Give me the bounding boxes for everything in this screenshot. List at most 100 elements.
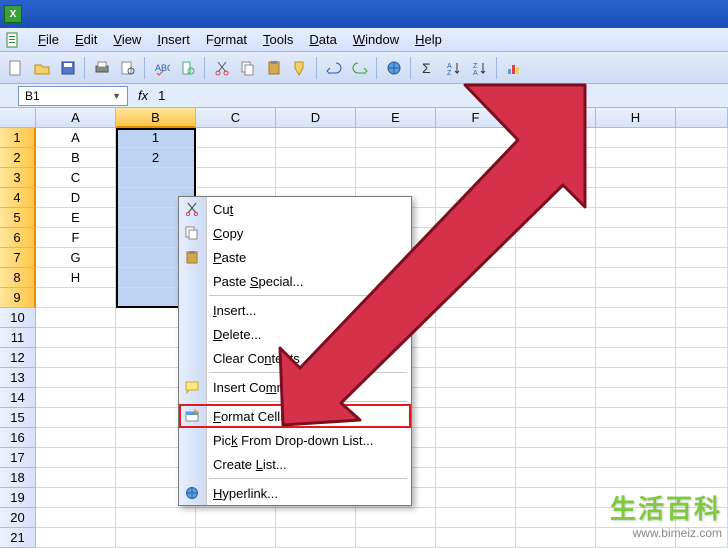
context-copy[interactable]: Copy (179, 221, 411, 245)
cell[interactable] (596, 228, 676, 248)
menu-file[interactable]: File (30, 32, 67, 47)
cell[interactable] (196, 168, 276, 188)
cell[interactable] (356, 128, 436, 148)
open-button[interactable] (30, 56, 54, 80)
copy-button[interactable] (236, 56, 260, 80)
row-header-3[interactable]: 3 (0, 168, 36, 188)
cell[interactable] (596, 268, 676, 288)
cell[interactable] (516, 148, 596, 168)
cell[interactable] (436, 328, 516, 348)
cell[interactable] (676, 368, 728, 388)
cell[interactable] (596, 448, 676, 468)
cell[interactable] (516, 348, 596, 368)
cell[interactable] (36, 348, 116, 368)
cell[interactable] (676, 248, 728, 268)
cell[interactable] (36, 408, 116, 428)
cell[interactable] (276, 148, 356, 168)
cell[interactable] (516, 488, 596, 508)
cell[interactable] (196, 508, 276, 528)
row-header-20[interactable]: 20 (0, 508, 36, 528)
cell[interactable] (196, 148, 276, 168)
row-header-13[interactable]: 13 (0, 368, 36, 388)
chart-button[interactable] (502, 56, 526, 80)
cell[interactable] (36, 508, 116, 528)
menu-edit[interactable]: Edit (67, 32, 105, 47)
cell[interactable] (516, 208, 596, 228)
cell[interactable] (436, 228, 516, 248)
row-header-17[interactable]: 17 (0, 448, 36, 468)
menu-tools[interactable]: Tools (255, 32, 301, 47)
cell[interactable] (676, 148, 728, 168)
sort-desc-button[interactable]: ZA (468, 56, 492, 80)
cell[interactable] (596, 188, 676, 208)
print-preview-button[interactable] (116, 56, 140, 80)
cell[interactable] (516, 448, 596, 468)
research-button[interactable] (176, 56, 200, 80)
cell[interactable] (676, 168, 728, 188)
column-header-D[interactable]: D (276, 108, 356, 128)
context-delete[interactable]: Delete... (179, 322, 411, 346)
cell[interactable] (436, 408, 516, 428)
cell[interactable] (676, 308, 728, 328)
cell[interactable] (36, 468, 116, 488)
cell[interactable] (436, 488, 516, 508)
cell[interactable] (516, 428, 596, 448)
dropdown-icon[interactable]: ▼ (112, 91, 121, 101)
cell[interactable]: E (36, 208, 116, 228)
cell[interactable] (516, 128, 596, 148)
menu-data[interactable]: Data (301, 32, 344, 47)
cell[interactable] (196, 528, 276, 548)
row-header-9[interactable]: 9 (0, 288, 36, 308)
cell[interactable] (596, 308, 676, 328)
column-header-C[interactable]: C (196, 108, 276, 128)
row-header-12[interactable]: 12 (0, 348, 36, 368)
row-header-6[interactable]: 6 (0, 228, 36, 248)
context-paste-special[interactable]: Paste Special... (179, 269, 411, 293)
print-button[interactable] (90, 56, 114, 80)
row-header-8[interactable]: 8 (0, 268, 36, 288)
spellcheck-button[interactable]: ABC (150, 56, 174, 80)
cell[interactable] (276, 168, 356, 188)
cell[interactable] (596, 128, 676, 148)
menu-window[interactable]: Window (345, 32, 407, 47)
paste-button[interactable] (262, 56, 286, 80)
cell[interactable] (436, 128, 516, 148)
cell[interactable] (36, 488, 116, 508)
cell[interactable] (596, 288, 676, 308)
cell[interactable] (436, 468, 516, 488)
column-header-B[interactable]: B (116, 108, 196, 128)
new-button[interactable] (4, 56, 28, 80)
row-header-2[interactable]: 2 (0, 148, 36, 168)
context-clear-contents[interactable]: Clear Contents (179, 346, 411, 370)
row-header-7[interactable]: 7 (0, 248, 36, 268)
cell[interactable] (356, 508, 436, 528)
cell[interactable] (196, 128, 276, 148)
cell[interactable] (516, 508, 596, 528)
menu-format[interactable]: Format (198, 32, 255, 47)
cell[interactable] (436, 368, 516, 388)
sort-asc-button[interactable]: AZ (442, 56, 466, 80)
cell[interactable] (436, 268, 516, 288)
row-header-18[interactable]: 18 (0, 468, 36, 488)
cell[interactable] (516, 228, 596, 248)
context-paste[interactable]: Paste (179, 245, 411, 269)
column-header-E[interactable]: E (356, 108, 436, 128)
cell[interactable] (516, 268, 596, 288)
cell[interactable] (436, 208, 516, 228)
cell[interactable] (596, 428, 676, 448)
column-header-A[interactable]: A (36, 108, 116, 128)
context-format-cells[interactable]: Format Cells... (179, 404, 411, 428)
row-header-16[interactable]: 16 (0, 428, 36, 448)
context-pick-from-drop-down-list[interactable]: Pick From Drop-down List... (179, 428, 411, 452)
formula-value[interactable]: 1 (158, 88, 165, 103)
cell[interactable] (516, 368, 596, 388)
cell[interactable] (276, 528, 356, 548)
cell[interactable] (676, 408, 728, 428)
cell[interactable] (516, 248, 596, 268)
row-header-4[interactable]: 4 (0, 188, 36, 208)
cell[interactable] (36, 528, 116, 548)
cell[interactable] (676, 468, 728, 488)
cell[interactable] (596, 408, 676, 428)
row-header-19[interactable]: 19 (0, 488, 36, 508)
cell[interactable] (436, 148, 516, 168)
